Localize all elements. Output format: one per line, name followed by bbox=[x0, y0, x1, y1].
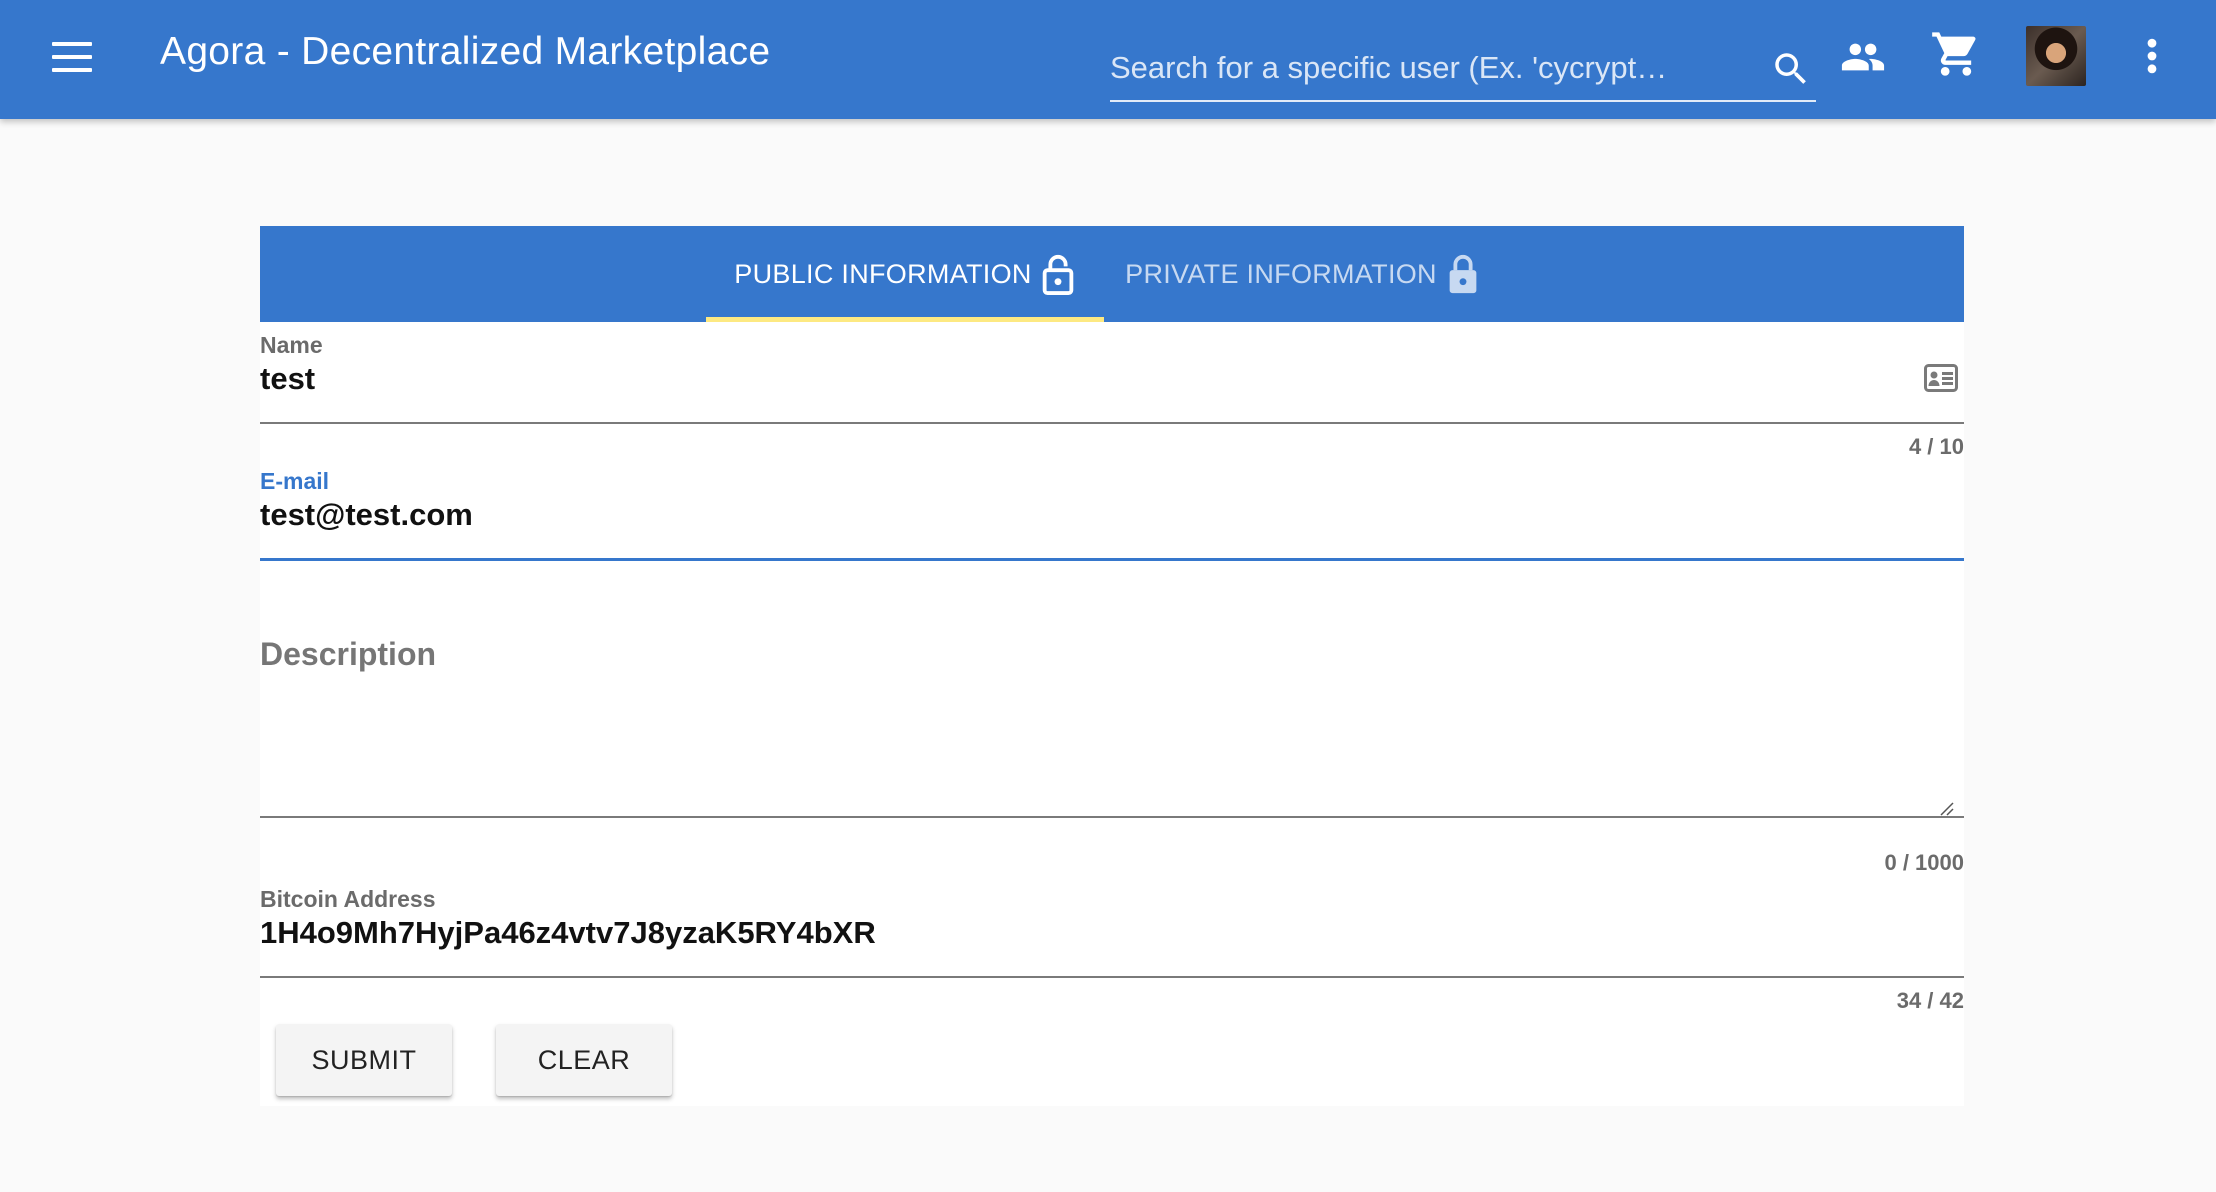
email-input[interactable] bbox=[260, 490, 1964, 540]
tab-public-label: PUBLIC INFORMATION bbox=[734, 258, 1032, 289]
lock-open-icon bbox=[1042, 254, 1073, 295]
search-icon[interactable] bbox=[1770, 48, 1812, 90]
more-vert-icon[interactable] bbox=[2134, 34, 2170, 78]
email-field: E-mail bbox=[260, 468, 1964, 578]
app-bar: Agora - Decentralized Marketplace bbox=[0, 0, 2216, 119]
description-field: Description bbox=[260, 636, 1964, 836]
name-input[interactable] bbox=[260, 354, 1964, 404]
bitcoin-underline bbox=[260, 976, 1964, 978]
clear-button[interactable]: CLEAR bbox=[496, 1024, 672, 1096]
bitcoin-address-input[interactable] bbox=[260, 908, 1964, 958]
email-underline bbox=[260, 558, 1964, 561]
description-char-counter: 0 / 1000 bbox=[1884, 850, 1964, 875]
people-icon[interactable] bbox=[1838, 34, 1888, 80]
avatar[interactable] bbox=[2026, 26, 2086, 86]
tab-private-information[interactable]: PRIVATE INFORMATION bbox=[1104, 226, 1502, 322]
contact-card-icon bbox=[1924, 364, 1958, 392]
info-tabs: PUBLIC INFORMATION PRIVATE INFORMATION bbox=[260, 226, 1964, 322]
active-tab-indicator bbox=[706, 317, 1104, 322]
description-textarea[interactable] bbox=[260, 692, 1964, 808]
bitcoin-field: Bitcoin Address bbox=[260, 886, 1964, 996]
name-char-counter: 4 / 10 bbox=[1908, 434, 1964, 459]
tab-private-label: PRIVATE INFORMATION bbox=[1125, 258, 1437, 289]
search-field[interactable] bbox=[1110, 40, 1816, 102]
resize-handle-icon[interactable] bbox=[1938, 800, 1954, 816]
name-underline bbox=[260, 422, 1964, 424]
description-underline bbox=[260, 816, 1964, 818]
app-title: Agora - Decentralized Marketplace bbox=[160, 30, 771, 73]
profile-form-card: PUBLIC INFORMATION PRIVATE INFORMATION N… bbox=[260, 226, 1964, 1106]
description-label: Description bbox=[260, 636, 437, 672]
name-field: Name bbox=[260, 332, 1964, 442]
menu-icon[interactable] bbox=[52, 42, 92, 72]
lock-icon bbox=[1449, 254, 1477, 294]
search-input[interactable] bbox=[1110, 40, 1750, 96]
tab-public-information[interactable]: PUBLIC INFORMATION bbox=[706, 226, 1104, 322]
cart-icon[interactable] bbox=[1930, 28, 1982, 80]
bitcoin-char-counter: 34 / 42 bbox=[1896, 988, 1964, 1013]
submit-button[interactable]: SUBMIT bbox=[276, 1024, 452, 1096]
